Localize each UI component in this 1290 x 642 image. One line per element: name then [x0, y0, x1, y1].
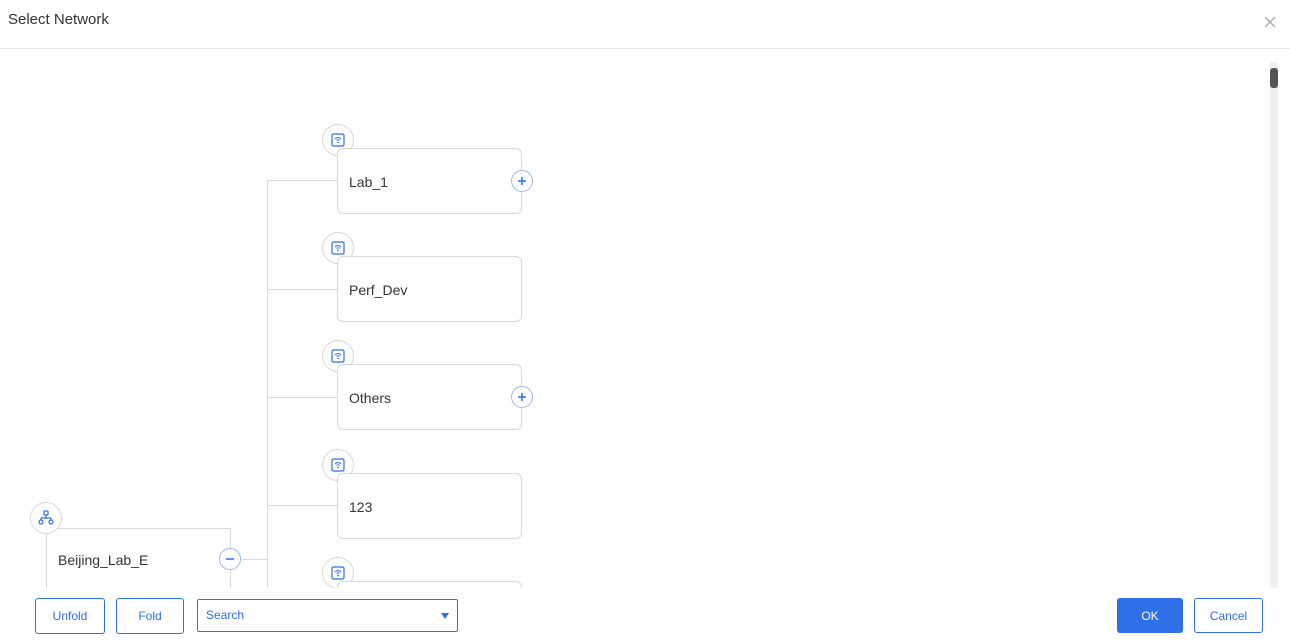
select-network-dialog: Select Network Beijing_Lab_E Lab_1 Perf_…: [0, 0, 1290, 642]
vertical-scrollbar[interactable]: [1270, 62, 1278, 588]
branch-line-4: [267, 505, 338, 506]
scrollbar-thumb[interactable]: [1270, 68, 1278, 88]
trunk-line: [267, 180, 268, 588]
collapse-button[interactable]: [219, 548, 241, 570]
fold-button[interactable]: Fold: [116, 598, 184, 634]
node-label: 123: [349, 499, 373, 515]
node-label: Perf_Dev: [349, 282, 408, 298]
chevron-down-icon: [441, 613, 449, 619]
root-to-trunk-line: [242, 559, 268, 560]
search-label: Search: [206, 608, 245, 622]
dialog-header: Select Network: [0, 0, 1290, 49]
network-icon: [30, 502, 62, 534]
branch-line-2: [267, 289, 338, 290]
dialog-title: Select Network: [8, 11, 109, 28]
cancel-button[interactable]: Cancel: [1194, 598, 1263, 633]
expand-button[interactable]: [511, 170, 533, 192]
root-node-label[interactable]: Beijing_Lab_E: [58, 552, 148, 568]
ok-button[interactable]: OK: [1117, 598, 1183, 633]
node-label: Others: [349, 390, 392, 406]
tree-node[interactable]: Perf_Dev: [337, 256, 522, 322]
tree-node-partial[interactable]: [337, 581, 522, 588]
node-label: Lab_1: [349, 174, 388, 190]
root-top-line: [46, 528, 231, 529]
tree-node[interactable]: Others: [337, 364, 522, 430]
branch-line-1: [267, 180, 338, 181]
tree-node[interactable]: Lab_1: [337, 148, 522, 214]
expand-button[interactable]: [511, 386, 533, 408]
close-icon[interactable]: [1262, 14, 1278, 30]
branch-line-3: [267, 397, 338, 398]
root-left-line: [46, 528, 47, 588]
tree-node[interactable]: 123: [337, 473, 522, 539]
search-select[interactable]: Search: [197, 599, 458, 632]
unfold-button[interactable]: Unfold: [35, 598, 105, 634]
network-tree-canvas[interactable]: Beijing_Lab_E Lab_1 Perf_Dev Others 123: [0, 50, 1270, 588]
